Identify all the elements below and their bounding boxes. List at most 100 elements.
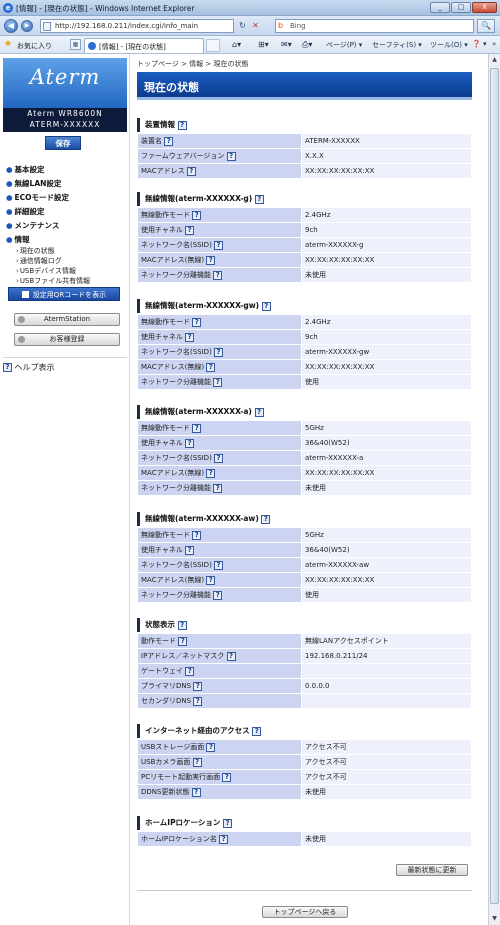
help-icon[interactable]: ? <box>214 347 224 357</box>
sidebar-item-basic[interactable]: ● 基本設定 <box>6 164 128 178</box>
scrollbar-thumb[interactable] <box>490 68 499 904</box>
sidebar-item-maintenance[interactable]: ● メンテナンス <box>6 220 128 234</box>
mail-icon[interactable]: ✉▾ <box>281 40 292 49</box>
scroll-down-icon[interactable]: ▼ <box>489 913 500 925</box>
sidebar-item-info[interactable]: ● 情報 <box>6 234 128 246</box>
maximize-button[interactable]: □ <box>451 2 471 13</box>
help-icon[interactable]: ? <box>185 666 195 676</box>
help-icon[interactable]: ? <box>213 377 223 387</box>
new-tab-button[interactable] <box>206 39 220 52</box>
submenu-item-usb-device[interactable]: ›USBデバイス情報 <box>6 266 128 276</box>
help-menu[interactable]: ❓ ▾ <box>472 40 486 48</box>
home-icon[interactable]: ⌂▾ <box>232 40 241 49</box>
submenu-item-status[interactable]: ›現在の状態 <box>6 246 128 256</box>
save-button[interactable]: 保存 <box>45 136 81 150</box>
help-icon[interactable]: ? <box>214 240 224 250</box>
address-bar[interactable]: http://192.168.0.211/index.cgi/info_main <box>40 19 234 33</box>
table-row: 無線動作モード ? 2.4GHz <box>138 315 471 329</box>
row-value: 36&40(W52) <box>302 543 471 557</box>
forward-button[interactable]: ▶ <box>21 20 33 32</box>
help-icon[interactable]: ? <box>192 757 202 767</box>
search-button[interactable]: 🔍 <box>477 19 495 33</box>
row-label-cell: MACアドレス ? <box>138 164 301 178</box>
help-icon[interactable]: ? <box>178 636 188 646</box>
close-window-button[interactable]: X <box>472 2 497 13</box>
help-icon[interactable]: ? <box>226 151 236 161</box>
submenu-item-log[interactable]: ›通信情報ログ <box>6 256 128 266</box>
qr-code-button[interactable]: 設定用QRコードを表示 <box>8 287 120 301</box>
row-value: 無線LANアクセスポイント <box>302 634 471 648</box>
help-icon[interactable]: ? <box>206 255 216 265</box>
toolbar-more-icon[interactable]: » <box>492 40 496 48</box>
safety-menu[interactable]: セーフティ(S) ▾ <box>372 40 422 50</box>
help-icon[interactable]: ? <box>185 545 195 555</box>
quick-tabs-icon[interactable]: ▦ <box>70 39 81 50</box>
browser-tab[interactable]: [情報] - [現在の状態] <box>84 38 204 53</box>
help-icon[interactable]: ? <box>206 742 216 752</box>
help-icon[interactable]: ? <box>177 120 187 130</box>
bing-icon: b <box>278 21 284 30</box>
customer-registration-button[interactable]: お客様登録 <box>14 333 120 346</box>
help-icon[interactable]: ? <box>222 772 232 782</box>
help-icon[interactable]: ? <box>193 681 203 691</box>
help-icon[interactable]: ? <box>254 407 264 417</box>
help-icon[interactable]: ? <box>214 560 224 570</box>
help-icon[interactable]: ? <box>185 225 195 235</box>
help-icon[interactable]: ? <box>193 696 203 706</box>
favorites-star-icon[interactable]: ★ <box>4 39 12 49</box>
scrollbar[interactable]: ▲ ▼ <box>488 54 500 925</box>
help-icon[interactable]: ? <box>206 362 216 372</box>
table-row: ネットワーク分離機能 ? 未使用 <box>138 481 471 495</box>
help-icon[interactable]: ? <box>214 453 224 463</box>
help-icon[interactable]: ? <box>252 726 262 736</box>
scroll-up-icon[interactable]: ▲ <box>489 54 500 66</box>
stop-icon[interactable]: ✕ <box>250 20 261 32</box>
help-icon[interactable]: ? <box>192 210 202 220</box>
back-to-top-button[interactable]: トップページへ戻る <box>262 906 348 918</box>
help-icon[interactable]: ? <box>223 818 233 828</box>
help-icon[interactable]: ? <box>186 166 196 176</box>
bullet-icon: › <box>16 267 19 275</box>
table-row: 使用チャネル ? 36&40(W52) <box>138 543 471 557</box>
refresh-icon[interactable]: ↻ <box>237 20 248 32</box>
row-value: ATERM-XXXXXX <box>302 134 471 148</box>
help-display-link[interactable]: ? ヘルプ表示 <box>3 357 127 373</box>
help-icon[interactable]: ? <box>192 423 202 433</box>
search-input[interactable]: b Bing <box>275 19 474 33</box>
sidebar-item-eco[interactable]: ● ECOモード設定 <box>6 192 128 206</box>
aterm-station-button[interactable]: AtermStation <box>14 313 120 326</box>
breadcrumb[interactable]: トップページ > 情報 > 現在の状態 <box>137 59 249 69</box>
row-label-cell: ホームIPロケーション名 ? <box>138 832 301 846</box>
help-icon[interactable]: ? <box>213 270 223 280</box>
sidebar-item-wireless[interactable]: ● 無線LAN設定 <box>6 178 128 192</box>
address-url[interactable]: http://192.168.0.211/index.cgi/info_main <box>55 22 198 30</box>
favorites-label[interactable]: お気に入り <box>17 41 52 51</box>
help-icon[interactable]: ? <box>261 301 271 311</box>
page-menu[interactable]: ページ(P) ▾ <box>326 40 362 50</box>
feeds-icon[interactable]: ⊞▾ <box>258 40 269 49</box>
info-section: 状態表示 ? 動作モード ? 無線LANアクセスポイント IPアドレス／ネットマスク … <box>137 618 472 709</box>
help-icon[interactable]: ? <box>219 834 229 844</box>
help-icon[interactable]: ? <box>206 575 216 585</box>
help-icon[interactable]: ? <box>254 194 264 204</box>
sidebar-item-advanced[interactable]: ● 詳細設定 <box>6 206 128 220</box>
help-icon[interactable]: ? <box>192 317 202 327</box>
refresh-status-button[interactable]: 最新状態に更新 <box>396 864 468 876</box>
help-icon[interactable]: ? <box>226 651 236 661</box>
help-icon[interactable]: ? <box>185 438 195 448</box>
help-icon[interactable]: ? <box>213 590 223 600</box>
print-icon[interactable]: ⎙▾ <box>302 40 312 50</box>
row-label-cell: ネットワーク名(SSID) ? <box>138 345 301 359</box>
submenu-item-usb-share[interactable]: ›USBファイル共有情報 <box>6 276 128 286</box>
back-button[interactable]: ◀ <box>4 19 18 33</box>
help-icon[interactable]: ? <box>213 483 223 493</box>
help-icon[interactable]: ? <box>261 514 271 524</box>
help-icon[interactable]: ? <box>192 530 202 540</box>
help-icon[interactable]: ? <box>164 136 174 146</box>
help-icon[interactable]: ? <box>206 468 216 478</box>
minimize-button[interactable]: _ <box>430 2 450 13</box>
help-icon[interactable]: ? <box>191 787 201 797</box>
help-icon[interactable]: ? <box>185 332 195 342</box>
tools-menu[interactable]: ツール(O) ▾ <box>430 40 468 50</box>
help-icon[interactable]: ? <box>177 620 187 630</box>
